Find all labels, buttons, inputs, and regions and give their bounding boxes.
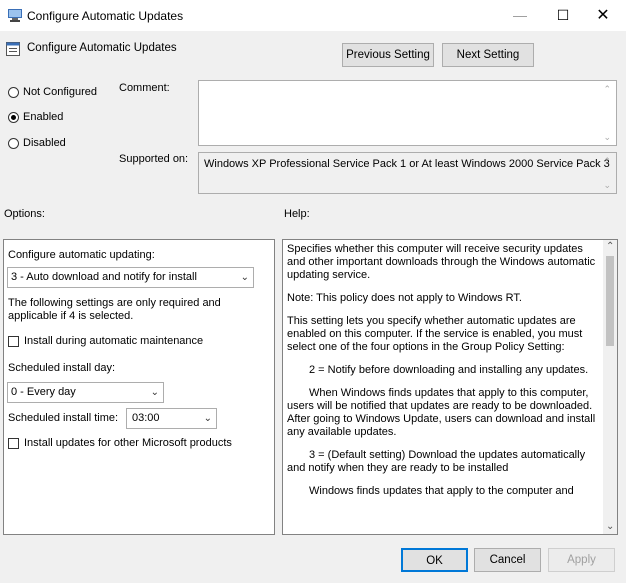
- help-scrollbar[interactable]: ⌃ ⌄: [603, 240, 617, 534]
- supported-on-text: Windows XP Professional Service Pack 1 o…: [204, 158, 610, 170]
- other-products-checkbox-row[interactable]: Install updates for other Microsoft prod…: [8, 437, 232, 449]
- help-text: Specifies whether this computer will rec…: [287, 243, 601, 508]
- schedule-time-dropdown[interactable]: 03:00 ⌄: [126, 408, 217, 429]
- scroll-up-icon[interactable]: ⌃: [606, 241, 614, 252]
- schedule-day-dropdown[interactable]: 0 - Every day ⌄: [7, 382, 164, 403]
- help-paragraph: Specifies whether this computer will rec…: [287, 243, 596, 281]
- scroll-thumb[interactable]: [606, 256, 614, 346]
- group-policy-icon: [8, 9, 22, 22]
- chevron-down-icon: ⌄: [240, 272, 249, 283]
- options-panel: Configure automatic updating: 3 - Auto d…: [3, 239, 275, 535]
- scroll-down-icon[interactable]: ⌄: [603, 180, 611, 191]
- radio-circle[interactable]: [8, 86, 19, 98]
- radio-disabled[interactable]: Disabled: [8, 135, 66, 151]
- options-label: Options:: [4, 208, 45, 220]
- radio-enabled[interactable]: Enabled: [8, 109, 63, 125]
- configure-updating-label: Configure automatic updating:: [8, 249, 155, 261]
- help-label: Help:: [284, 208, 310, 220]
- dropdown-value: 03:00: [132, 412, 160, 424]
- dropdown-value: 0 - Every day: [11, 386, 76, 398]
- supported-on-box: Windows XP Professional Service Pack 1 o…: [198, 152, 617, 194]
- scroll-down-icon[interactable]: ⌄: [603, 132, 611, 143]
- radio-label: Disabled: [23, 137, 66, 149]
- close-button[interactable]: ✕: [580, 0, 626, 31]
- window-title: Configure Automatic Updates: [27, 9, 184, 23]
- other-products-label: Install updates for other Microsoft prod…: [24, 437, 232, 449]
- comment-textbox[interactable]: ⌃ ⌄: [198, 80, 617, 146]
- scroll-up-icon[interactable]: ⌃: [603, 156, 611, 167]
- help-paragraph: When Windows finds updates that apply to…: [287, 387, 596, 438]
- help-paragraph: Note: This policy does not apply to Wind…: [287, 292, 522, 304]
- help-paragraph: 2 = Notify before downloading and instal…: [309, 364, 589, 376]
- note-text: The following settings are only required…: [8, 297, 221, 322]
- help-paragraph: 3 = (Default setting) Download the updat…: [287, 449, 586, 474]
- radio-not-configured[interactable]: Not Configured: [8, 84, 97, 100]
- apply-button[interactable]: Apply: [548, 548, 615, 572]
- radio-circle[interactable]: [8, 137, 19, 149]
- cancel-button[interactable]: Cancel: [474, 548, 541, 572]
- previous-setting-button[interactable]: Previous Setting: [342, 43, 434, 67]
- comment-label: Comment:: [119, 82, 170, 94]
- maintenance-checkbox[interactable]: [8, 335, 19, 347]
- maintenance-label: Install during automatic maintenance: [24, 335, 204, 347]
- setting-title: Configure Automatic Updates: [27, 42, 177, 54]
- dropdown-value: 3 - Auto download and notify for install: [11, 271, 197, 283]
- supported-on-label: Supported on:: [119, 153, 189, 165]
- policy-setting-icon: [6, 42, 20, 56]
- scroll-down-icon[interactable]: ⌄: [606, 521, 614, 532]
- ok-button[interactable]: OK: [401, 548, 468, 572]
- minimize-button[interactable]: —: [497, 0, 543, 31]
- radio-label: Not Configured: [23, 86, 97, 98]
- radio-label: Enabled: [23, 111, 64, 123]
- help-paragraph: Windows finds updates that apply to the …: [309, 485, 574, 497]
- help-panel: Specifies whether this computer will rec…: [282, 239, 618, 535]
- other-products-checkbox[interactable]: [8, 437, 19, 449]
- schedule-day-label: Scheduled install day:: [8, 362, 116, 374]
- radio-circle-selected[interactable]: [8, 111, 19, 123]
- schedule-time-label: Scheduled install time:: [8, 412, 119, 424]
- chevron-down-icon: ⌄: [203, 413, 212, 424]
- configure-updating-dropdown[interactable]: 3 - Auto download and notify for install…: [7, 267, 254, 288]
- scroll-up-icon[interactable]: ⌃: [603, 84, 611, 95]
- next-setting-button[interactable]: Next Setting: [442, 43, 534, 67]
- chevron-down-icon: ⌄: [150, 387, 159, 398]
- help-paragraph: This setting lets you specify whether au…: [287, 315, 583, 353]
- maintenance-checkbox-row[interactable]: Install during automatic maintenance: [8, 335, 203, 347]
